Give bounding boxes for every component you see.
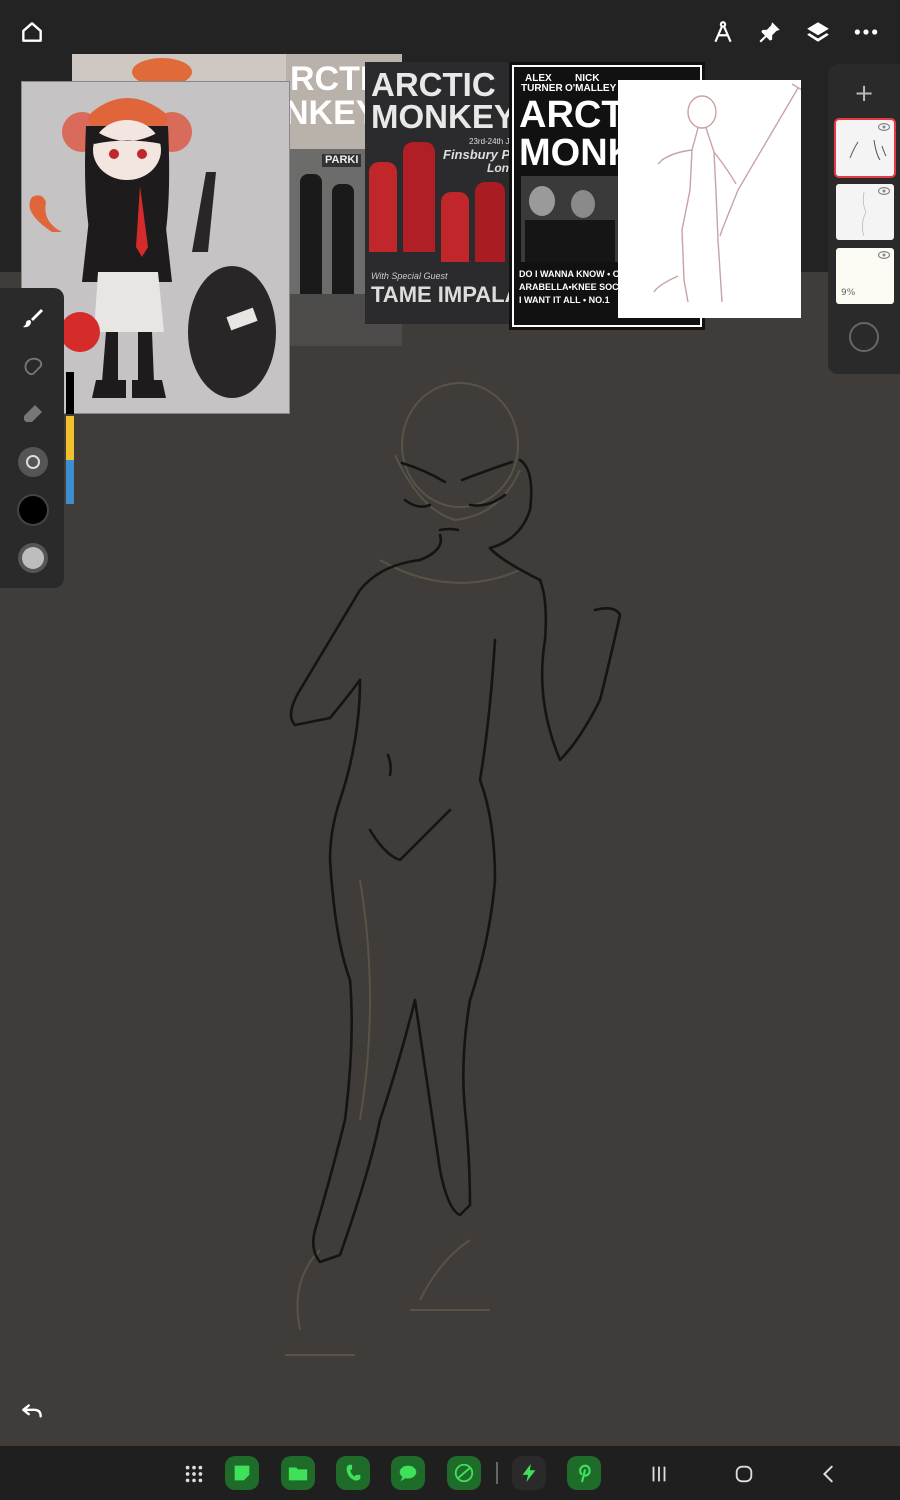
recent-color-blue[interactable]: [66, 460, 74, 504]
color-icon[interactable]: [13, 490, 53, 530]
files-app-icon[interactable]: [281, 1456, 315, 1490]
home-circle-icon[interactable]: [730, 1460, 758, 1488]
poster-3-songs-1: DO I WANNA KNOW • ON: [519, 269, 627, 279]
poster-2-date: 23rd-24th Ju: [469, 137, 511, 146]
opacity-icon[interactable]: [13, 538, 53, 578]
layer-opacity-label: 9%: [841, 288, 856, 298]
recent-color-black[interactable]: [66, 372, 74, 414]
pinterest-app-icon[interactable]: [567, 1456, 601, 1490]
layer-thumbnail-2[interactable]: [836, 184, 894, 240]
poster-2-title: ARCTIC: [371, 66, 496, 103]
eye-icon[interactable]: [878, 251, 890, 259]
phone-app-icon[interactable]: [336, 1456, 370, 1490]
poster-2-venue-city: Lon: [487, 161, 509, 175]
notes-app-icon[interactable]: [225, 1456, 259, 1490]
poster-2-subtitle: MONKEY: [371, 98, 511, 135]
more-icon[interactable]: [846, 12, 886, 52]
reference-image-red-poster[interactable]: ARCTIC MONKEY 23rd-24th Ju Finsbury P Lo…: [365, 62, 511, 324]
layer-thumbnail-1[interactable]: [836, 120, 894, 176]
messages-app-icon[interactable]: [391, 1456, 425, 1490]
apps-grid-icon[interactable]: [180, 1460, 208, 1488]
add-layer-button[interactable]: +: [828, 78, 900, 108]
eraser-icon[interactable]: [13, 394, 53, 434]
figure-sketch: [285, 382, 622, 1356]
recent-color-yellow[interactable]: [66, 416, 74, 460]
undo-icon[interactable]: [12, 1392, 52, 1432]
poster-1-badge: PARKI: [322, 154, 362, 167]
drawing-canvas[interactable]: [0, 272, 900, 1446]
smudge-icon[interactable]: [13, 346, 53, 386]
layers-icon[interactable]: [798, 12, 838, 52]
system-nav-bar: [0, 1446, 900, 1500]
pin-icon[interactable]: [750, 12, 790, 52]
layer-options-button[interactable]: [849, 322, 879, 352]
reference-image-pose-sketch[interactable]: [618, 80, 801, 318]
ruler-compass-icon[interactable]: [703, 12, 743, 52]
poster-3-songs-2: ARABELLA•KNEE SOC: [519, 282, 619, 292]
brush-icon[interactable]: [13, 298, 53, 338]
back-icon[interactable]: [815, 1460, 843, 1488]
flash-app-icon[interactable]: [512, 1456, 546, 1490]
layers-panel: + 9%: [828, 64, 900, 374]
poster-3-name-2b: O'MALLEY: [565, 83, 617, 94]
nav-divider: [496, 1462, 498, 1484]
recents-icon[interactable]: [645, 1460, 673, 1488]
layer-thumbnail-3[interactable]: 9%: [836, 248, 894, 304]
home-icon[interactable]: [12, 12, 52, 52]
browser-app-icon[interactable]: [447, 1456, 481, 1490]
poster-2-guest-name: TAME IMPALA: [371, 282, 511, 307]
poster-2-guest-label: With Special Guest: [371, 271, 448, 281]
poster-2-venue: Finsbury P: [443, 147, 511, 162]
brush-size-icon[interactable]: [13, 442, 53, 482]
poster-3-songs-3: I WANT IT ALL • NO.1: [519, 295, 610, 305]
poster-3-name-1b: TURNER: [521, 83, 563, 94]
